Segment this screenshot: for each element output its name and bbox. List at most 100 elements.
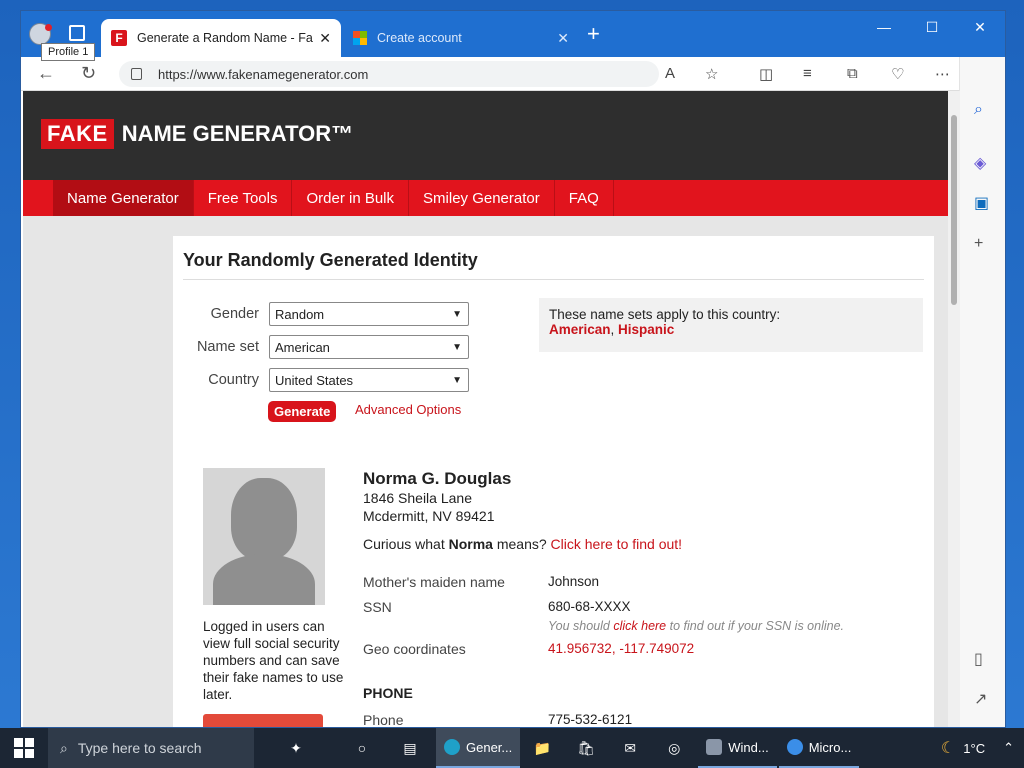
tab-actions-icon[interactable]	[69, 25, 85, 41]
tab-title: Generate a Random Name - Fake	[137, 31, 314, 45]
chrome-icon[interactable]: ◎	[652, 728, 696, 768]
read-aloud-icon[interactable]: A	[665, 65, 675, 82]
close-tab-icon[interactable]: ✕	[319, 30, 331, 47]
taskbar: ⌕ Type here to search ✦ ○ ▤ Gener... 📁 🛍…	[0, 728, 1024, 768]
nameset-separator: ,	[610, 322, 619, 337]
edge-sidebar: ⌕ ◈ ▣ + ▯ ↗ ⚙	[959, 57, 1005, 727]
avatar-silhouette-head	[231, 478, 297, 560]
nameset-info-box: These name sets apply to this country: A…	[539, 298, 923, 352]
card-title: Your Randomly Generated Identity	[183, 250, 478, 270]
tab-title: Create account	[377, 31, 462, 45]
country-select[interactable]: United States ▼	[269, 368, 469, 392]
nav-order-in-bulk[interactable]: Order in Bulk	[292, 180, 410, 216]
weather-moon-icon[interactable]: ☾	[941, 738, 955, 758]
curious-name: Norma	[448, 536, 493, 552]
taskbar-micro-label: Micro...	[808, 739, 852, 755]
minimize-icon[interactable]: —	[861, 19, 907, 35]
shopping-icon[interactable]: ◈	[974, 153, 986, 173]
name-meaning-line: Curious what Norma means? Click here to …	[363, 536, 682, 552]
external-link-icon[interactable]: ↗	[974, 689, 987, 709]
favorites-icon[interactable]: ≡	[803, 65, 812, 82]
chevron-down-icon: ▼	[452, 341, 462, 353]
taskbar-windows-label: Wind...	[728, 739, 769, 755]
close-window-icon[interactable]: ✕	[957, 19, 1003, 36]
nav-free-tools[interactable]: Free Tools	[194, 180, 293, 216]
windows-logo-icon	[14, 738, 34, 758]
country-label: Country	[208, 372, 259, 388]
back-icon[interactable]: ←	[37, 63, 55, 84]
ssn-note-post: to find out if your SSN is online.	[666, 619, 845, 633]
chevron-up-icon[interactable]: ⌃	[1003, 740, 1014, 756]
scroll-thumb[interactable]	[951, 115, 957, 305]
phone-value: 775-532-6121	[548, 712, 633, 727]
gender-value: Random	[275, 306, 325, 322]
name-meaning-link[interactable]: Click here to find out!	[551, 536, 683, 552]
outlook-icon[interactable]: ▣	[974, 193, 989, 213]
nameset-value: American	[275, 339, 330, 355]
ssn-label: SSN	[363, 599, 392, 615]
edge-icon	[444, 739, 460, 755]
generate-button[interactable]: Generate	[268, 401, 337, 422]
identity-name: Norma G. Douglas	[363, 469, 512, 488]
search-icon[interactable]: ⌕	[974, 101, 983, 119]
site-nav: Name Generator Free Tools Order in Bulk …	[23, 180, 948, 216]
nameset-link-hispanic[interactable]: Hispanic	[618, 322, 674, 337]
add-icon[interactable]: +	[974, 235, 983, 253]
site-logo[interactable]: FAKE NAME GENERATOR™	[41, 119, 353, 149]
ssn-check-link[interactable]: click here	[613, 619, 666, 633]
weather-temp[interactable]: 1°C	[963, 741, 985, 756]
gender-row: Gender Random ▼	[183, 302, 469, 326]
browser-essentials-icon[interactable]: ♡	[891, 65, 904, 83]
ssn-note: You should click here to find out if you…	[548, 619, 844, 633]
taskbar-search[interactable]: ⌕ Type here to search	[48, 728, 254, 768]
nameset-select[interactable]: American ▼	[269, 335, 469, 359]
phone-section-heading: PHONE	[363, 685, 413, 701]
nav-name-generator[interactable]: Name Generator	[53, 180, 194, 216]
avatar-silhouette-body	[213, 554, 315, 605]
logo-name-generator: NAME GENERATOR™	[121, 121, 354, 146]
page-content: FAKE NAME GENERATOR™ Name Generator Free…	[23, 91, 948, 727]
start-button[interactable]	[0, 728, 48, 768]
gender-select[interactable]: Random ▼	[269, 302, 469, 326]
favorite-star-icon[interactable]: ☆	[705, 65, 718, 83]
avatar	[203, 468, 325, 605]
maximize-icon[interactable]: ☐	[909, 19, 955, 36]
fakename-favicon-icon: F	[111, 30, 127, 46]
nav-faq[interactable]: FAQ	[555, 180, 614, 216]
address-bar: ← ↻ https://www.fakenamegenerator.com A …	[21, 57, 1005, 91]
page-scrollbar[interactable]	[948, 91, 960, 727]
google-signin-button[interactable]	[203, 714, 323, 727]
collections-icon[interactable]: ⧉	[847, 65, 858, 82]
advanced-options-link[interactable]: Advanced Options	[355, 402, 461, 417]
search-highlights-icon[interactable]: ✦	[254, 728, 338, 768]
taskbar-edge-app[interactable]: Gener...	[436, 728, 521, 768]
geo-value[interactable]: 41.956732, -117.749072	[548, 641, 694, 656]
ssn-note-pre: You should	[548, 619, 614, 633]
gender-label: Gender	[210, 306, 259, 322]
url-field[interactable]: https://www.fakenamegenerator.com	[119, 61, 659, 87]
tab-create-account[interactable]: Create account ✕	[343, 19, 579, 57]
site-header: FAKE NAME GENERATOR™	[23, 91, 948, 180]
cortana-icon[interactable]: ○	[338, 728, 386, 768]
nameset-link-american[interactable]: American	[549, 322, 611, 337]
task-view-icon[interactable]: ▤	[386, 728, 434, 768]
new-tab-icon[interactable]: +	[587, 23, 600, 45]
country-value: United States	[275, 372, 354, 388]
ssn-value: 680-68-XXXX	[548, 599, 631, 614]
refresh-icon[interactable]: ↻	[81, 63, 96, 84]
system-tray: ☾ 1°C ⌃	[941, 728, 1014, 768]
lock-icon	[131, 68, 142, 80]
nav-smiley-generator[interactable]: Smiley Generator	[409, 180, 555, 216]
nameset-label: Name set	[196, 339, 259, 355]
more-menu-icon[interactable]: ⋯	[935, 65, 950, 83]
sidebar-toggle-icon[interactable]: ▯	[974, 649, 983, 669]
file-explorer-icon[interactable]: 📁	[520, 728, 564, 768]
tab-fake-name-generator[interactable]: F Generate a Random Name - Fake ✕	[101, 19, 341, 57]
taskbar-windows-security-app[interactable]: Wind...	[698, 728, 777, 768]
close-tab-icon[interactable]: ✕	[557, 30, 569, 47]
taskbar-onedrive-app[interactable]: Micro...	[778, 728, 860, 768]
store-icon[interactable]: 🛍	[564, 728, 608, 768]
split-screen-icon[interactable]: ◫	[759, 65, 773, 83]
mail-icon[interactable]: ✉	[608, 728, 652, 768]
identity-card: Your Randomly Generated Identity Gender …	[173, 236, 934, 727]
